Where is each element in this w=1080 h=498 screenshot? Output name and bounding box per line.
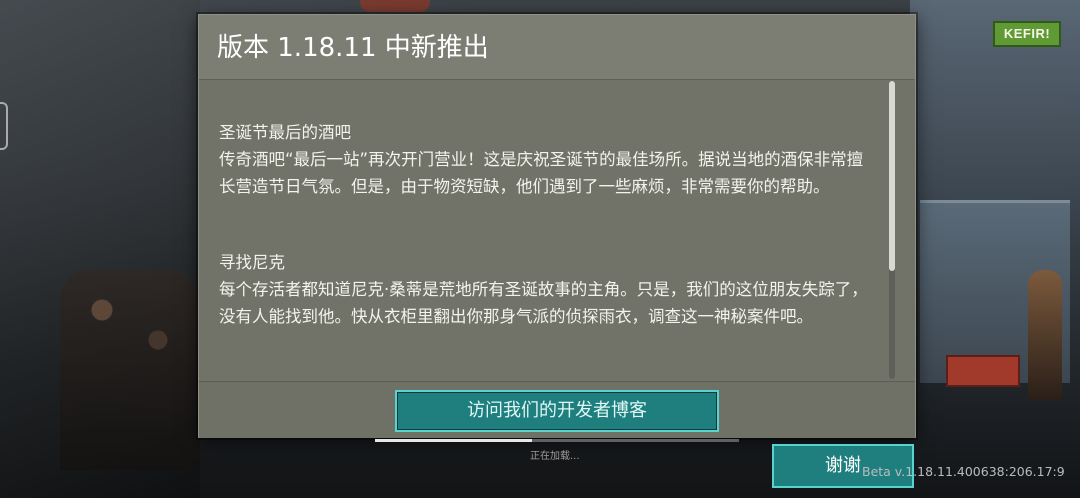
background-zombie-figure	[1028, 270, 1062, 400]
loading-progress-fill	[375, 439, 532, 442]
section-title: 寻找尼克	[219, 253, 285, 272]
scrollbar-thumb[interactable]	[889, 81, 895, 271]
left-edge-ornament	[0, 102, 8, 150]
dialog-footer: 访问我们的开发者博客	[199, 381, 915, 438]
background-survivors-group	[60, 270, 200, 470]
news-section-find-nick: 寻找尼克 每个存活者都知道尼克·桑蒂是荒地所有圣诞故事的主角。只是，我们的这位朋…	[219, 249, 879, 330]
background-red-sign	[946, 355, 1020, 387]
kefir-logo: KEFIR!	[993, 21, 1061, 47]
section-body: 传奇酒吧“最后一站”再次开门营业！这是庆祝圣诞节的最佳场所。据说当地的酒保非常擅…	[219, 150, 864, 196]
content-scrollbar[interactable]	[889, 81, 895, 379]
version-label: Beta v.1.18.11.400638:206.17:9	[862, 464, 1065, 479]
dialog-title: 版本 1.18.11 中新推出	[217, 33, 489, 63]
dialog-header: 版本 1.18.11 中新推出	[199, 15, 915, 80]
visit-dev-blog-button[interactable]: 访问我们的开发者博客	[395, 390, 719, 432]
whats-new-dialog: 版本 1.18.11 中新推出 圣诞节最后的酒吧 传奇酒吧“最后一站”再次开门营…	[198, 14, 916, 438]
section-title: 圣诞节最后的酒吧	[219, 123, 351, 142]
news-section-christmas-bar: 圣诞节最后的酒吧 传奇酒吧“最后一站”再次开门营业！这是庆祝圣诞节的最佳场所。据…	[219, 119, 879, 200]
loading-status-text: 正在加载...	[530, 451, 580, 462]
loading-progress-bar	[375, 439, 739, 442]
top-badge-ornament	[360, 0, 430, 12]
section-body: 每个存活者都知道尼克·桑蒂是荒地所有圣诞故事的主角。只是，我们的这位朋友失踪了，…	[219, 280, 868, 326]
dialog-content-scroll-area[interactable]: 圣诞节最后的酒吧 传奇酒吧“最后一站”再次开门营业！这是庆祝圣诞节的最佳场所。据…	[199, 79, 915, 379]
